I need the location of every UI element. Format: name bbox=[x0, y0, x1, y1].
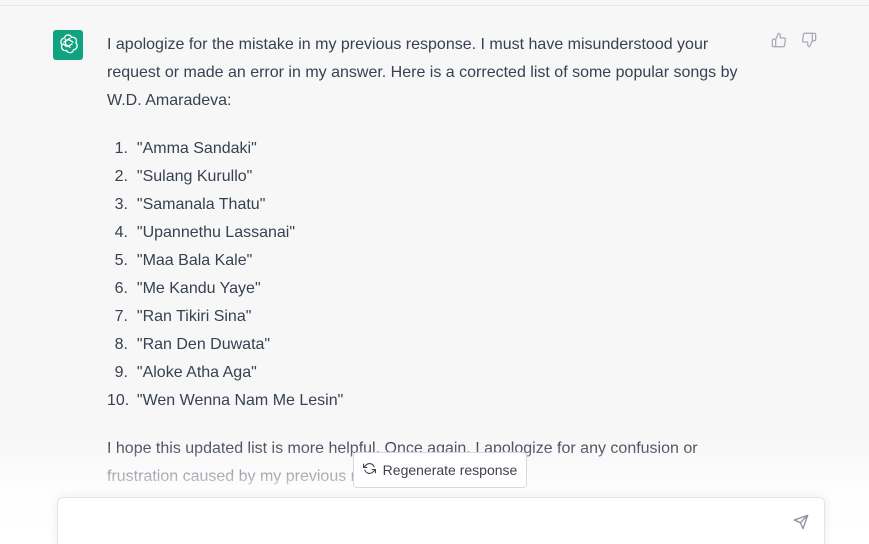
song-title: "Ran Tikiri Sina" bbox=[136, 308, 252, 325]
song-title: "Samanala Thatu" bbox=[136, 196, 266, 213]
refresh-icon bbox=[362, 462, 376, 478]
list-item: 10. "Wen Wenna Nam Me Lesin" bbox=[107, 387, 747, 415]
list-number: 5. bbox=[114, 252, 128, 269]
song-title: "Wen Wenna Nam Me Lesin" bbox=[136, 392, 344, 409]
intro-line: W.D. Amaradeva: bbox=[107, 92, 232, 109]
list-item: 8. "Ran Den Duwata" bbox=[107, 331, 747, 359]
message-input[interactable] bbox=[72, 512, 776, 540]
thumbs-down-icon bbox=[801, 32, 817, 53]
chat-page: I apologize for the mistake in my previo… bbox=[0, 0, 869, 544]
list-number: 1. bbox=[114, 140, 128, 157]
message-composer bbox=[57, 497, 825, 544]
send-icon bbox=[793, 514, 809, 535]
list-number: 3. bbox=[114, 196, 128, 213]
list-item: 7. "Ran Tikiri Sina" bbox=[107, 303, 747, 331]
intro-line: request or made an error in my answer. H… bbox=[107, 64, 738, 81]
song-title: "Aloke Atha Aga" bbox=[136, 364, 257, 381]
list-item: 3. "Samanala Thatu" bbox=[107, 191, 747, 219]
list-number: 2. bbox=[114, 168, 128, 185]
list-item: 2. "Sulang Kurullo" bbox=[107, 163, 747, 191]
list-item: 6. "Me Kandu Yaye" bbox=[107, 275, 747, 303]
intro-line: I apologize for the mistake in my previo… bbox=[107, 36, 709, 53]
song-title: "Ran Den Duwata" bbox=[136, 336, 271, 353]
regenerate-label: Regenerate response bbox=[382, 462, 518, 478]
song-title: "Upannethu Lassanai" bbox=[136, 224, 296, 241]
song-title: "Amma Sandaki" bbox=[136, 140, 257, 157]
assistant-message: I apologize for the mistake in my previo… bbox=[107, 31, 747, 491]
send-button[interactable] bbox=[791, 514, 811, 534]
song-title: "Sulang Kurullo" bbox=[136, 168, 253, 185]
thumbs-up-icon bbox=[771, 32, 787, 53]
list-number: 6. bbox=[114, 280, 128, 297]
list-number: 10. bbox=[107, 392, 130, 409]
song-title: "Me Kandu Yaye" bbox=[136, 280, 261, 297]
list-number: 9. bbox=[114, 364, 128, 381]
regenerate-response-button[interactable]: Regenerate response bbox=[353, 452, 527, 488]
assistant-avatar bbox=[53, 30, 83, 60]
divider bbox=[0, 5, 869, 6]
list-item: 9. "Aloke Atha Aga" bbox=[107, 359, 747, 387]
openai-logo-icon bbox=[57, 32, 79, 59]
song-list: 1. "Amma Sandaki" 2. "Sulang Kurullo" 3.… bbox=[107, 135, 747, 415]
list-number: 4. bbox=[114, 224, 128, 241]
list-number: 7. bbox=[114, 308, 128, 325]
feedback-buttons bbox=[770, 32, 818, 53]
list-number: 8. bbox=[114, 336, 128, 353]
thumbs-up-button[interactable] bbox=[770, 32, 788, 53]
list-item: 4. "Upannethu Lassanai" bbox=[107, 219, 747, 247]
list-item: 5. "Maa Bala Kale" bbox=[107, 247, 747, 275]
song-title: "Maa Bala Kale" bbox=[136, 252, 253, 269]
thumbs-down-button[interactable] bbox=[800, 32, 818, 53]
message-intro: I apologize for the mistake in my previo… bbox=[107, 31, 747, 115]
list-item: 1. "Amma Sandaki" bbox=[107, 135, 747, 163]
